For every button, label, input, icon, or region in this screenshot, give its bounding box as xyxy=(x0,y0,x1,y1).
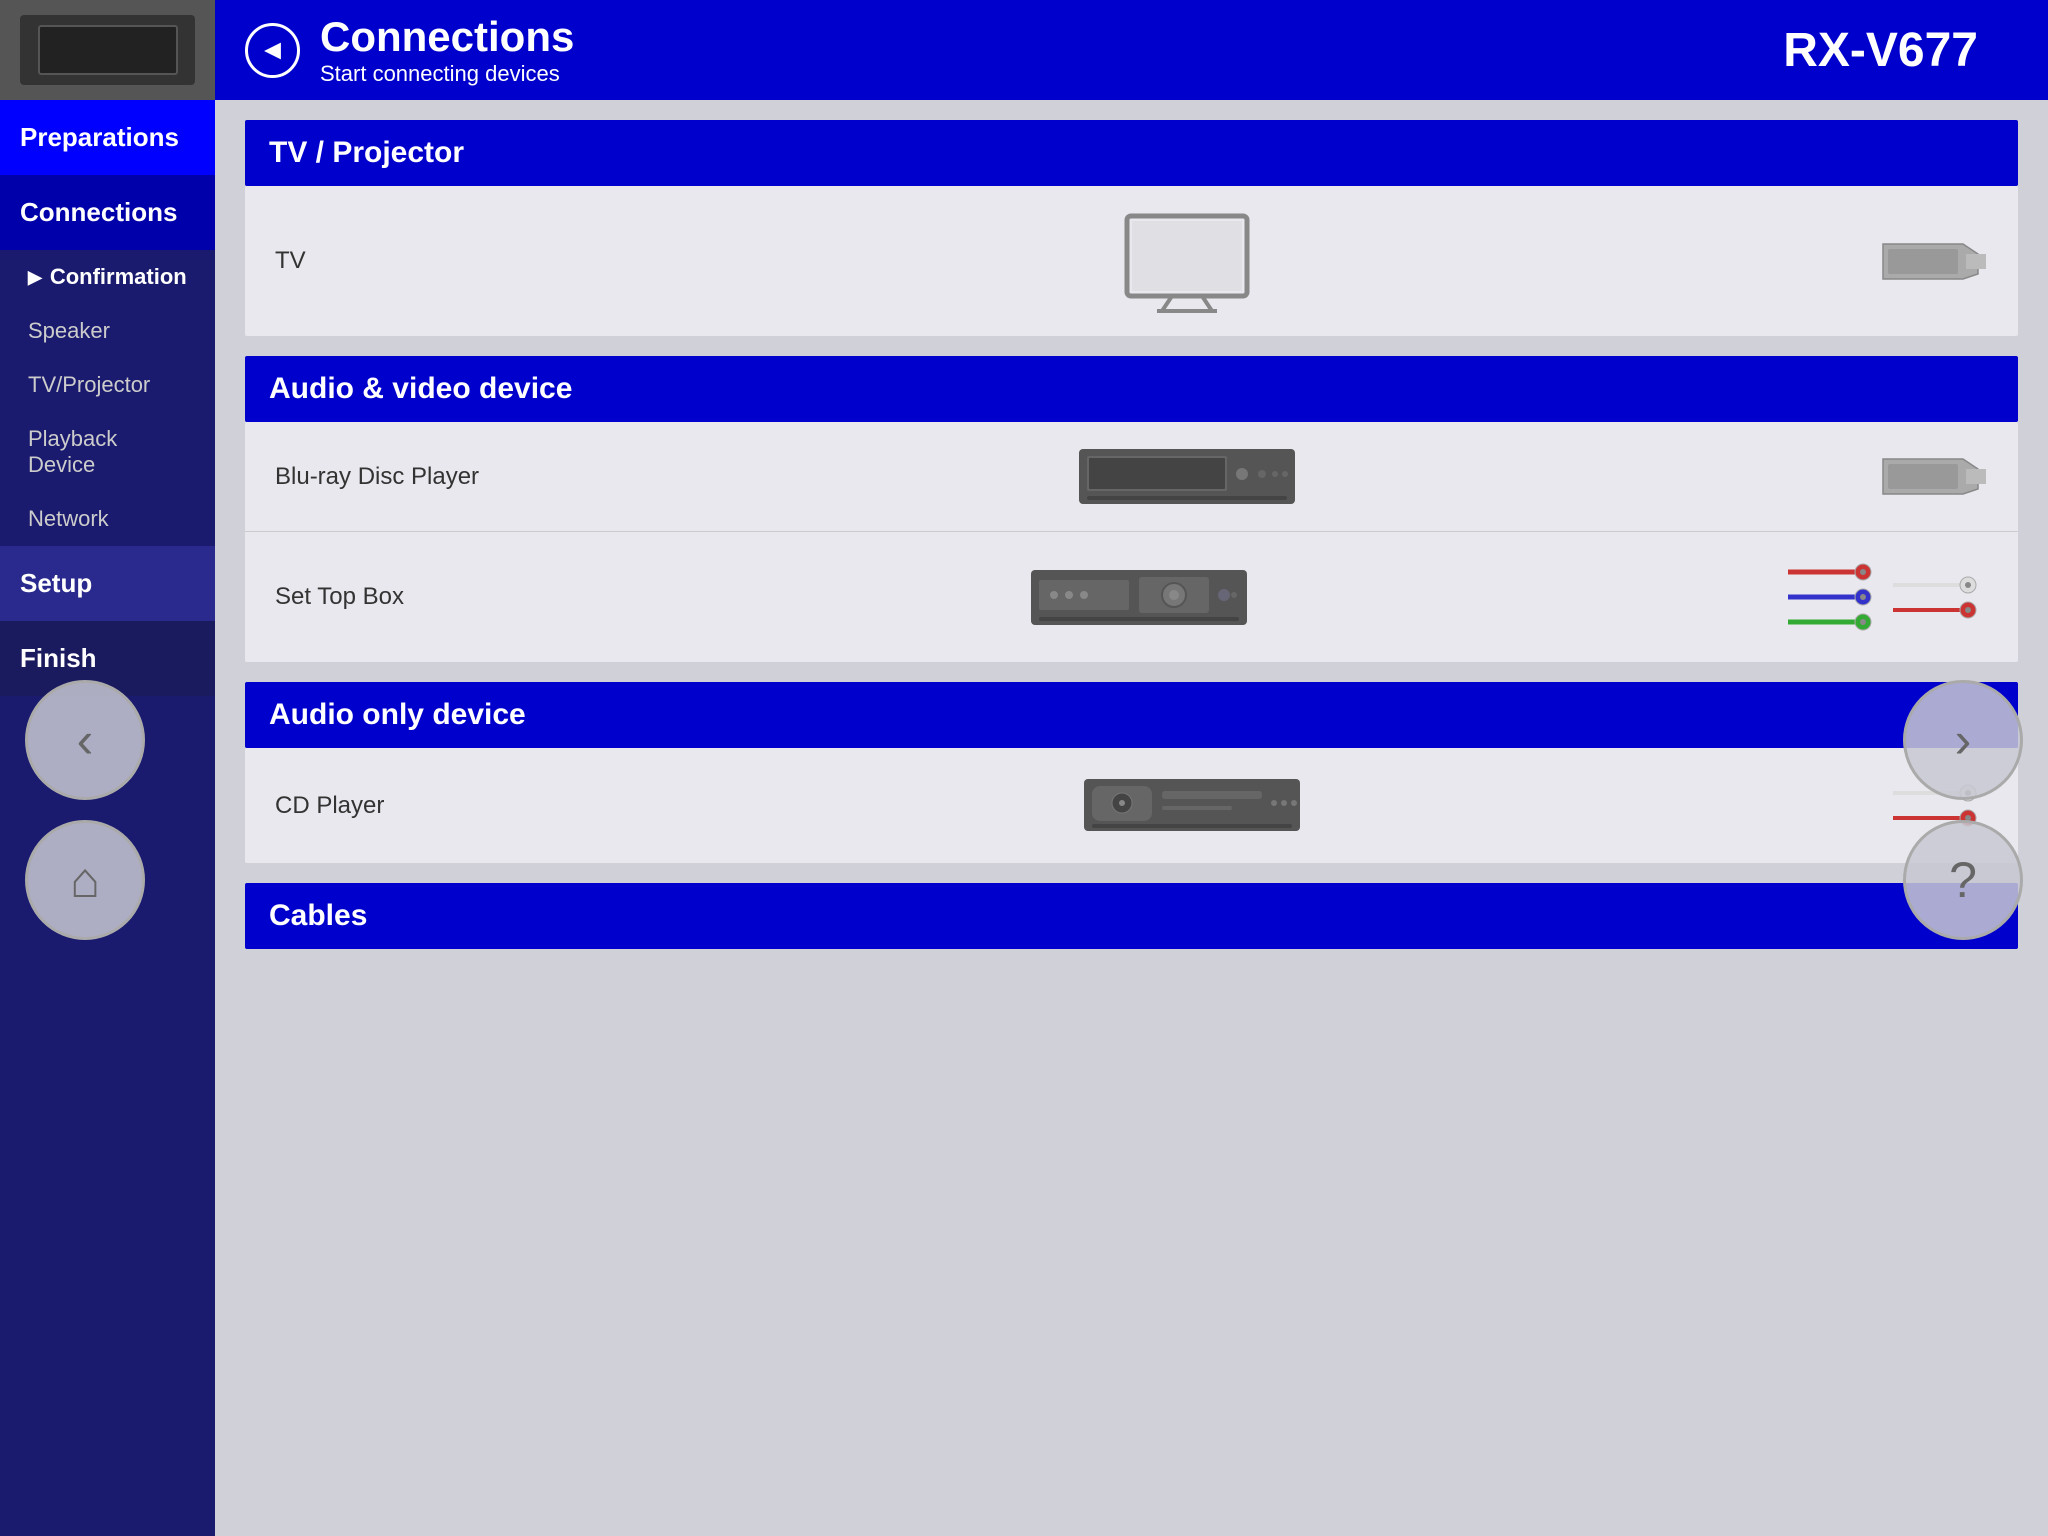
section-body-audio: CD Player xyxy=(245,748,2018,863)
home-icon: ⌂ xyxy=(70,851,100,909)
home-button[interactable]: ⌂ xyxy=(25,820,145,940)
next-icon: › xyxy=(1955,711,1972,769)
next-button[interactable]: › xyxy=(1903,680,2023,800)
content-area: TV / Projector TV xyxy=(215,100,2048,1536)
logo-area xyxy=(0,0,215,100)
arrow-icon: ▶ xyxy=(28,267,42,288)
section-audio-video: Audio & video device Blu-ray Disc Player xyxy=(245,356,2018,662)
device-label-tv: TV xyxy=(275,247,495,275)
main-layout: Preparations Connections ▶ Confirmation … xyxy=(0,100,2048,1536)
section-body-tv: TV xyxy=(245,186,2018,336)
section-tv-projector: TV / Projector TV xyxy=(245,120,2018,336)
component-connector xyxy=(1783,552,1873,642)
device-label-bluray: Blu-ray Disc Player xyxy=(275,463,495,491)
sidebar-item-playback-device[interactable]: Playback Device xyxy=(0,412,215,492)
bluray-icon xyxy=(1077,444,1297,509)
section-body-av: Blu-ray Disc Player xyxy=(245,422,2018,662)
receiver-logo xyxy=(20,15,195,85)
sidebar-item-preparations[interactable]: Preparations xyxy=(0,100,215,175)
prev-button[interactable]: ‹ xyxy=(25,680,145,800)
section-header-av: Audio & video device xyxy=(245,356,2018,422)
sidebar-item-connections[interactable]: Connections xyxy=(0,175,215,250)
rca-connector-settopbox xyxy=(1888,560,1988,635)
section-audio-only: Audio only device CD Player xyxy=(245,682,2018,863)
title-group: Connections Start connecting devices xyxy=(320,13,574,87)
device-label-cdplayer: CD Player xyxy=(275,792,495,820)
page-subtitle: Start connecting devices xyxy=(320,61,574,87)
page-title: Connections xyxy=(320,13,574,61)
header: ◄ Connections Start connecting devices R… xyxy=(0,0,2048,100)
help-button[interactable]: ? xyxy=(1903,820,2023,940)
back-icon[interactable]: ◄ xyxy=(245,23,300,78)
device-row-bluray[interactable]: Blu-ray Disc Player xyxy=(245,422,2018,532)
device-image-bluray xyxy=(495,444,1878,509)
section-cables: Cables xyxy=(245,883,2018,949)
section-header-tv: TV / Projector xyxy=(245,120,2018,186)
settopbox-icon xyxy=(1029,565,1249,630)
sidebar-item-confirmation[interactable]: ▶ Confirmation xyxy=(0,250,215,304)
section-header-cables: Cables xyxy=(245,883,2018,949)
device-image-cdplayer xyxy=(495,776,1888,836)
device-connector-tv xyxy=(1878,234,1988,289)
sidebar-item-tvprojector[interactable]: TV/Projector xyxy=(0,358,215,412)
section-header-audio: Audio only device xyxy=(245,682,2018,748)
sidebar-item-setup[interactable]: Setup xyxy=(0,546,215,621)
header-content: ◄ Connections Start connecting devices R… xyxy=(215,13,2048,87)
hdmi-connector-bluray xyxy=(1878,449,1988,504)
device-connector-settopbox xyxy=(1783,552,1988,642)
device-connector-bluray xyxy=(1878,449,1988,504)
device-image-settopbox xyxy=(495,565,1783,630)
model-number: RX-V677 xyxy=(1783,23,2018,78)
back-arrow-icon: ◄ xyxy=(259,34,287,66)
sidebar-item-network[interactable]: Network xyxy=(0,492,215,546)
device-row-settopbox[interactable]: Set Top Box xyxy=(245,532,2018,662)
sidebar: Preparations Connections ▶ Confirmation … xyxy=(0,100,215,1536)
device-label-settopbox: Set Top Box xyxy=(275,583,495,611)
receiver-image xyxy=(38,25,178,75)
device-row-cdplayer[interactable]: CD Player xyxy=(245,748,2018,863)
prev-icon: ‹ xyxy=(77,711,94,769)
cdplayer-icon xyxy=(1082,776,1302,836)
tv-icon xyxy=(1107,206,1267,316)
hdmi-connector-tv xyxy=(1878,234,1988,289)
device-image-tv xyxy=(495,206,1878,316)
device-row-tv[interactable]: TV xyxy=(245,186,2018,336)
help-icon: ? xyxy=(1949,851,1977,909)
sidebar-item-speaker[interactable]: Speaker xyxy=(0,304,215,358)
